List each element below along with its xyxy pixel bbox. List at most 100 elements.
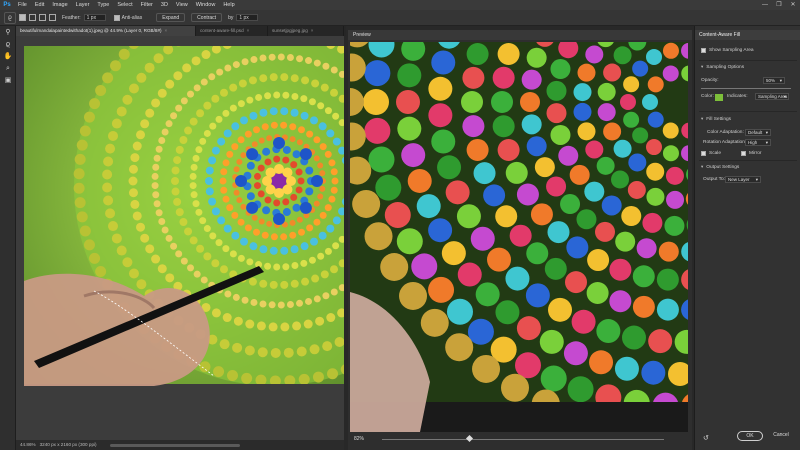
mandala-dot (232, 342, 243, 353)
tab-document[interactable]: content-aware-fill.psd × (196, 26, 268, 36)
reset-icon[interactable]: ↺ (703, 434, 709, 442)
lasso-icon[interactable]: ϱ (2, 40, 14, 50)
show-sampling-checkbox[interactable] (701, 48, 706, 53)
sampling-options-header[interactable]: ▾ Sampling Options (701, 64, 744, 70)
menu-view[interactable]: View (172, 0, 192, 10)
mandala-dot (108, 130, 119, 141)
fill-settings-header[interactable]: ▾ Fill Settings (701, 116, 731, 122)
mandala-dot (155, 145, 163, 153)
opacity-input[interactable]: 50% (763, 77, 785, 84)
mandala-dot (184, 126, 193, 135)
horizontal-scrollbar[interactable] (110, 444, 240, 447)
rotation-adaptation-dropdown[interactable]: High (745, 139, 771, 146)
mandala-dot (175, 104, 183, 112)
mandala-dot (246, 258, 254, 266)
mandala-dot (399, 281, 428, 310)
preview-image[interactable] (350, 42, 688, 432)
mandala-dot (262, 147, 271, 156)
document-canvas[interactable] (16, 36, 344, 440)
hand-icon[interactable]: ✋ (2, 52, 14, 62)
mandala-dot (332, 216, 341, 225)
screen-mode-icon[interactable]: ▣ (2, 76, 14, 86)
new-selection-icon[interactable] (19, 14, 26, 21)
maximize-button[interactable]: ❐ (772, 0, 786, 10)
mandala-dot (175, 145, 184, 154)
mandala-dot (165, 120, 173, 128)
mandala-dot (76, 139, 88, 151)
sampling-color-swatch[interactable] (715, 94, 723, 101)
scale-checkbox[interactable] (701, 151, 706, 156)
mandala-dot (253, 126, 261, 134)
menu-file[interactable]: File (14, 0, 31, 10)
output-settings-header[interactable]: ▾ Output Settings (701, 164, 739, 170)
close-icon[interactable]: × (165, 26, 168, 36)
tab-document-active[interactable]: beautifulmandalapaintedwithadot(1).jpeg … (16, 26, 196, 36)
output-to-dropdown[interactable]: New Layer (725, 176, 761, 183)
mandala-dot (273, 263, 281, 271)
close-button[interactable]: ✕ (786, 0, 800, 10)
by-input[interactable]: 1 px (236, 14, 259, 21)
mandala-dot (179, 218, 188, 227)
mirror-checkbox[interactable] (741, 151, 746, 156)
close-icon[interactable]: × (247, 26, 250, 36)
document-image[interactable] (24, 46, 344, 414)
expand-button[interactable]: Expand (156, 13, 186, 22)
color-adaptation-dropdown[interactable]: Default (745, 129, 771, 136)
mandala-dot (258, 218, 265, 225)
tab-document[interactable]: sunsetjpgjpeg.jpg × (268, 26, 344, 36)
mandala-dot (330, 186, 338, 194)
minimize-button[interactable]: — (758, 0, 772, 10)
mandala-dot (384, 201, 411, 228)
add-selection-icon[interactable] (29, 14, 36, 21)
mandala-dot (231, 231, 240, 240)
cancel-button[interactable]: Cancel (767, 431, 795, 441)
menu-image[interactable]: Image (48, 0, 71, 10)
zoom-icon[interactable]: ⌕ (2, 64, 14, 74)
mandala-dot (296, 139, 303, 146)
intersect-selection-icon[interactable] (49, 14, 56, 21)
document-info[interactable]: 3240 px x 2160 px (300 ppi) (36, 440, 97, 450)
contract-button[interactable]: Contract (191, 13, 223, 22)
subtract-selection-icon[interactable] (39, 14, 46, 21)
opacity-slider[interactable] (701, 88, 791, 89)
mandala-dot (662, 122, 679, 139)
preview-zoom-slider[interactable] (382, 439, 664, 440)
mandala-dot (111, 233, 122, 244)
mandala-dot (264, 92, 272, 100)
menu-type[interactable]: Type (93, 0, 113, 10)
lasso-tool-preset-icon[interactable]: ϱ (4, 11, 16, 24)
menu-window[interactable]: Window (192, 0, 220, 10)
mandala-dot (577, 63, 596, 82)
mandala-dot (585, 45, 604, 64)
app-logo[interactable]: Ps (0, 0, 14, 10)
mandala-dot (505, 161, 528, 184)
indicates-dropdown[interactable]: Sampling Area (755, 93, 789, 100)
indicates-row: Indicates: (727, 94, 748, 99)
mandala-dot (165, 273, 175, 283)
mandala-dot (322, 292, 330, 300)
mandala-dot (569, 164, 590, 185)
mandala-dot (213, 366, 225, 378)
ok-button[interactable]: OK (737, 431, 763, 441)
mandala-dot (662, 42, 679, 59)
mandala-dot (151, 98, 161, 108)
menu-help[interactable]: Help (219, 0, 238, 10)
menu-select[interactable]: Select (113, 0, 136, 10)
preview-zoom-thumb[interactable] (465, 434, 473, 443)
menu-edit[interactable]: Edit (31, 0, 48, 10)
menu-filter[interactable]: Filter (137, 0, 157, 10)
zoom-level[interactable]: 44.86% (16, 440, 36, 450)
mandala-dot (256, 321, 266, 331)
close-icon[interactable]: × (311, 26, 314, 36)
menu-3d[interactable]: 3D (157, 0, 172, 10)
feather-input[interactable]: 1 px (83, 14, 106, 21)
mirror-row[interactable]: Mirror (741, 151, 762, 156)
menu-layer[interactable]: Layer (72, 0, 94, 10)
show-sampling-row[interactable]: Show Sampling Area (701, 48, 754, 53)
preview-zoom-value[interactable]: 82% (354, 435, 374, 443)
scale-row[interactable]: Scale (701, 151, 721, 156)
mandala-dot (280, 280, 289, 289)
antialias-checkbox[interactable] (113, 14, 120, 21)
eyedropper-icon[interactable]: ⚲ (2, 28, 14, 38)
opacity-label: Opacity: (701, 78, 719, 83)
